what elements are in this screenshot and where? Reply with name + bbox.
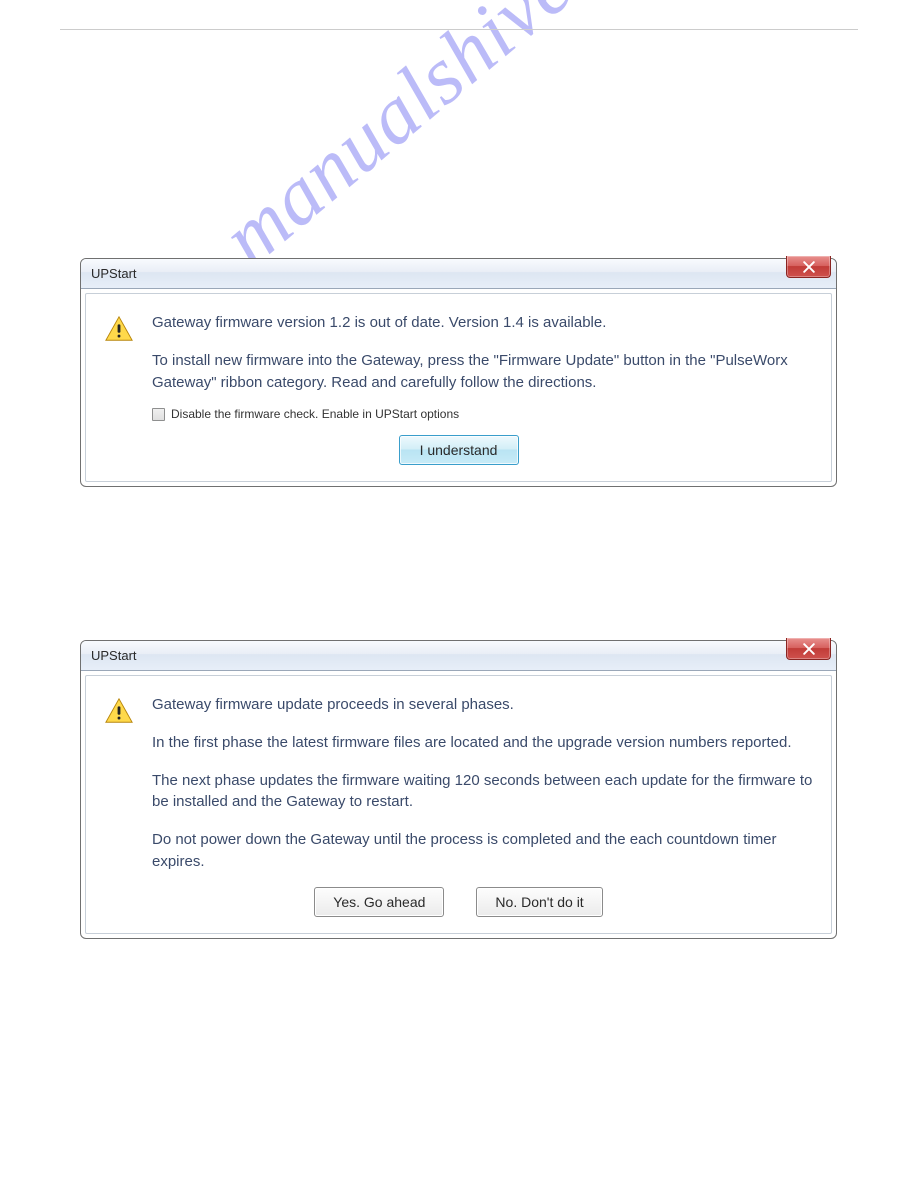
dialog-body: Gateway firmware update proceeds in seve… — [85, 675, 832, 934]
message-line-2: To install new firmware into the Gateway… — [152, 350, 813, 394]
checkbox-label: Disable the firmware check. Enable in UP… — [171, 407, 459, 421]
close-button[interactable] — [786, 256, 831, 278]
close-icon — [803, 261, 815, 273]
watermark-text: manualshive.com — [204, 0, 714, 285]
message-line-1: Gateway firmware update proceeds in seve… — [152, 694, 813, 716]
dialog-body: Gateway firmware version 1.2 is out of d… — [85, 293, 832, 482]
message-line-2: In the first phase the latest firmware f… — [152, 732, 813, 754]
window-title: UPStart — [91, 266, 137, 281]
message-line-4: Do not power down the Gateway until the … — [152, 829, 813, 873]
i-understand-button[interactable]: I understand — [399, 435, 519, 465]
yes-go-ahead-button[interactable]: Yes. Go ahead — [314, 887, 444, 917]
message-text: Gateway firmware update proceeds in seve… — [152, 694, 813, 873]
warning-icon — [104, 696, 134, 726]
message-line-1: Gateway firmware version 1.2 is out of d… — [152, 312, 813, 334]
checkbox-icon[interactable] — [152, 408, 165, 421]
footer-divider — [60, 29, 858, 30]
firmware-update-confirm-dialog: UPStart Gateway firmware update proceeds… — [80, 640, 837, 939]
titlebar[interactable]: UPStart — [81, 259, 836, 289]
no-dont-do-it-button[interactable]: No. Don't do it — [476, 887, 602, 917]
window-title: UPStart — [91, 648, 137, 663]
firmware-outdated-dialog: UPStart Gateway firmware version 1.2 is … — [80, 258, 837, 487]
message-line-3: The next phase updates the firmware wait… — [152, 770, 813, 814]
disable-check-row[interactable]: Disable the firmware check. Enable in UP… — [152, 407, 813, 421]
message-text: Gateway firmware version 1.2 is out of d… — [152, 312, 813, 393]
close-button[interactable] — [786, 638, 831, 660]
close-icon — [803, 643, 815, 655]
warning-icon — [104, 314, 134, 344]
titlebar[interactable]: UPStart — [81, 641, 836, 671]
